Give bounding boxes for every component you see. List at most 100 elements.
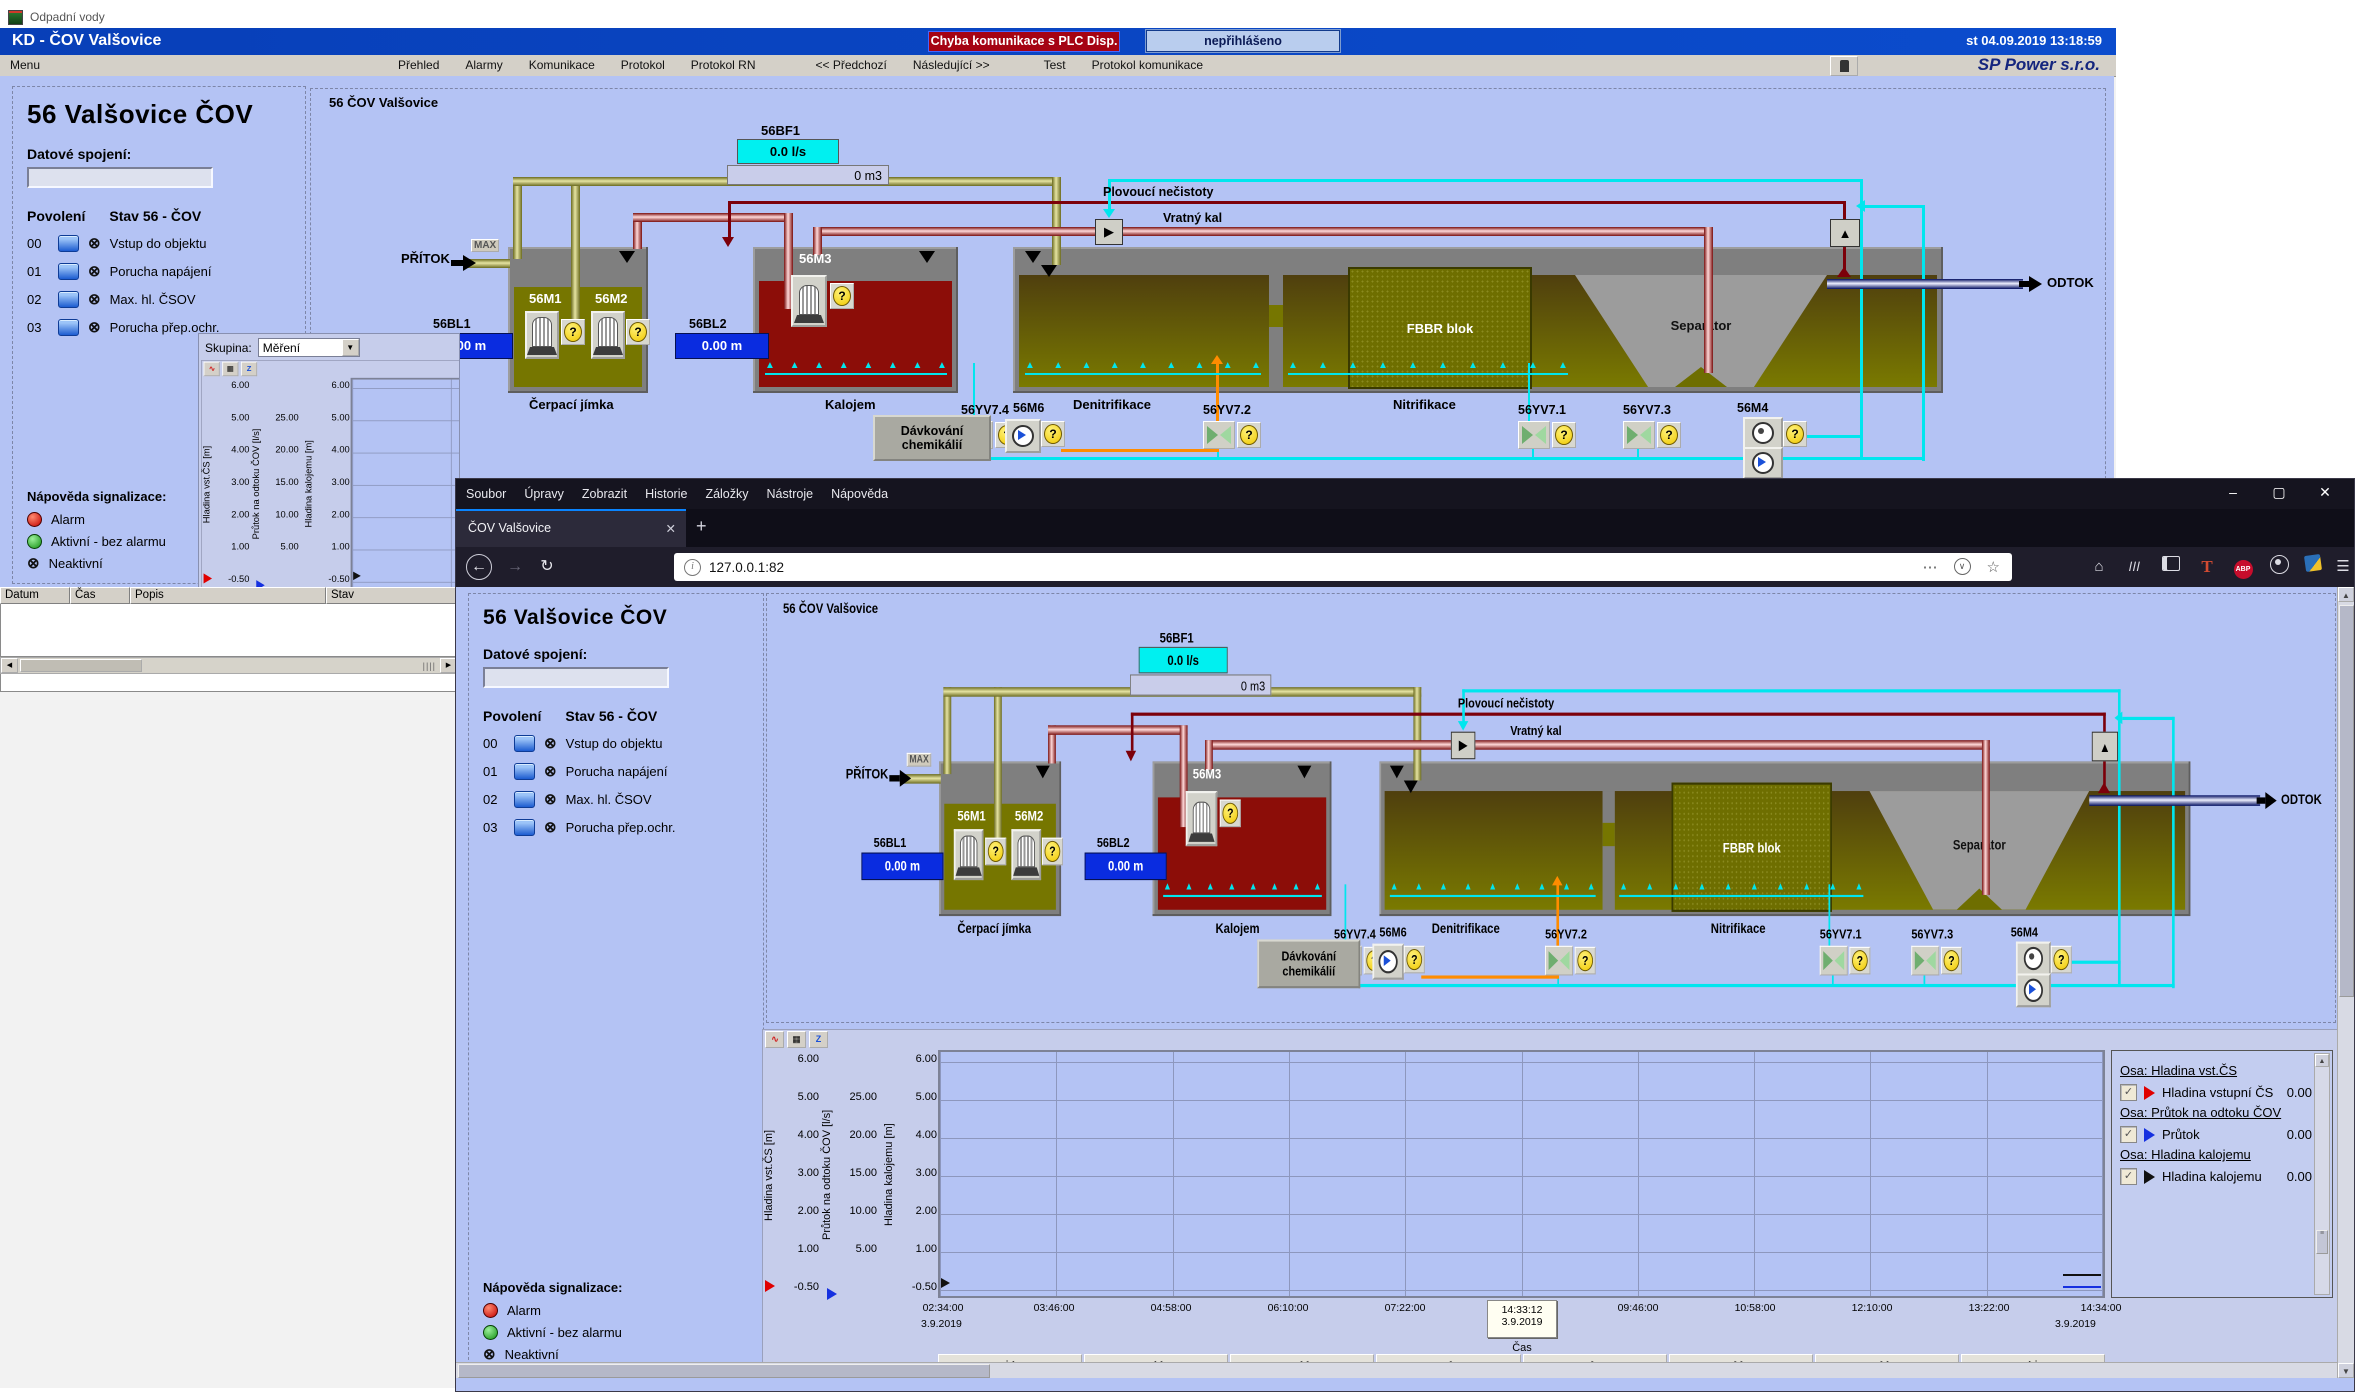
table-hscrollbar[interactable]: ◀ |||| ▶: [0, 657, 458, 674]
pump-56M4-top[interactable]: [1743, 417, 1783, 449]
tab-close-icon[interactable]: ✕: [666, 521, 676, 536]
menu-protokol-rn[interactable]: Protokol RN: [691, 58, 756, 72]
pump-56M4-bottom[interactable]: [2016, 973, 2051, 1007]
permission-button[interactable]: [58, 263, 79, 280]
close-button[interactable]: ✕: [2302, 479, 2348, 507]
question-badge[interactable]: ?: [1237, 422, 1261, 448]
menu-komunikace[interactable]: Komunikace: [529, 58, 595, 72]
dosing-box[interactable]: Dávkování chemikálií: [1257, 939, 1360, 988]
question-badge[interactable]: ?: [626, 319, 650, 345]
permission-button[interactable]: [58, 319, 79, 336]
scroll-left-icon[interactable]: ◀: [1, 658, 18, 673]
scroll-thumb[interactable]: [2339, 605, 2354, 997]
menu-nasledujici[interactable]: Následující >>: [913, 58, 990, 72]
app-titlebar[interactable]: Odpadní vody: [0, 6, 2116, 28]
question-badge[interactable]: ?: [985, 838, 1006, 866]
question-badge[interactable]: ?: [1404, 946, 1425, 974]
menu-prehled[interactable]: Přehled: [398, 58, 439, 72]
pump-56M4-top[interactable]: [2016, 942, 2051, 976]
reload-icon[interactable]: ↻: [534, 554, 560, 580]
question-badge[interactable]: ?: [1042, 838, 1063, 866]
question-badge[interactable]: ?: [1783, 421, 1807, 447]
pump-56M4-bottom[interactable]: [1743, 447, 1783, 479]
hamburger-menu-icon[interactable]: ☰: [2330, 555, 2355, 579]
question-badge[interactable]: ?: [830, 283, 854, 309]
adblock-icon[interactable]: ABP: [2230, 555, 2256, 579]
data-connection-field[interactable]: [483, 667, 669, 688]
pump-56M3[interactable]: [791, 275, 827, 327]
menu-tool-button[interactable]: [1830, 56, 1858, 76]
question-badge[interactable]: ?: [1941, 947, 1962, 975]
plc-error-badge[interactable]: Chyba komunikace s PLC Disp.: [928, 31, 1120, 52]
profile-icon[interactable]: [2266, 555, 2292, 579]
valve-56YV7.2[interactable]: [1203, 421, 1235, 449]
forward-icon[interactable]: →: [502, 554, 528, 580]
valve-56YV7.2[interactable]: [1545, 946, 1573, 976]
permission-button[interactable]: [58, 291, 79, 308]
pump-56M1[interactable]: [954, 829, 984, 880]
level-value[interactable]: 0.00 m: [675, 333, 769, 359]
table-icon[interactable]: ▦: [222, 362, 238, 376]
dosing-box[interactable]: Dávkování chemikálií: [873, 415, 991, 461]
question-badge[interactable]: ?: [1575, 947, 1596, 975]
menu-test[interactable]: Test: [1044, 58, 1066, 72]
question-badge[interactable]: ?: [1849, 947, 1870, 975]
sidebar-toggle-icon[interactable]: [2158, 555, 2184, 579]
plot-area[interactable]: [938, 1050, 2105, 1298]
ff-menu-zalozky[interactable]: Záložky: [705, 487, 748, 501]
back-icon[interactable]: ←: [466, 554, 492, 580]
valve-56YV7.3[interactable]: [1623, 421, 1655, 449]
url-text[interactable]: 127.0.0.1:82: [709, 560, 784, 575]
ff-menu-nastroje[interactable]: Nástroje: [767, 487, 814, 501]
table-body[interactable]: [0, 604, 458, 657]
axis1-cursor[interactable]: [765, 1280, 775, 1292]
axis1-cursor[interactable]: [204, 573, 213, 583]
level-value[interactable]: 0.00 m: [1085, 853, 1167, 881]
floating-pump-icon[interactable]: ▲: [1830, 219, 1860, 247]
login-status[interactable]: nepřihlášeno: [1146, 30, 1340, 52]
valve-56YV7.3[interactable]: [1911, 946, 1939, 976]
resize-grip[interactable]: ||||: [423, 661, 436, 671]
menu-button[interactable]: Menu: [10, 58, 40, 72]
home-icon[interactable]: ⌂: [2086, 555, 2112, 579]
scroll-up-icon[interactable]: ▲: [2338, 587, 2354, 602]
series-checkbox[interactable]: ✓: [2120, 1168, 2137, 1185]
url-bar[interactable]: i 127.0.0.1:82 ⋯ ∨ ☆: [674, 553, 2012, 581]
flow-total-value[interactable]: 0 m3: [727, 165, 889, 185]
browser-titlebar[interactable]: Soubor Úpravy Zobrazit Historie Záložky …: [456, 479, 2354, 509]
ff-menu-historie[interactable]: Historie: [645, 487, 687, 501]
series-checkbox[interactable]: ✓: [2120, 1084, 2137, 1101]
plot-area[interactable]: [351, 378, 460, 589]
col-popis[interactable]: Popis: [130, 587, 326, 604]
pump-56M6[interactable]: [1005, 419, 1041, 453]
ff-menu-upravy[interactable]: Úpravy: [524, 487, 564, 501]
pump-56M3[interactable]: [1186, 791, 1217, 846]
menu-predchozi[interactable]: << Předchozí: [815, 58, 886, 72]
new-tab-button[interactable]: +: [696, 516, 707, 537]
zoom-icon[interactable]: Z: [241, 362, 257, 376]
valve-56YV7.1[interactable]: [1518, 421, 1550, 449]
trend-icon[interactable]: ∿: [765, 1031, 784, 1048]
flow-meter-value[interactable]: 0.0 l/s: [737, 139, 839, 164]
pocket-icon[interactable]: ∨: [1954, 558, 1971, 575]
page-actions-icon[interactable]: ⋯: [1923, 558, 1938, 576]
return-pump-icon[interactable]: ▶: [1095, 219, 1123, 245]
return-pump-icon[interactable]: ▶: [1451, 732, 1475, 760]
pump-56M1[interactable]: [525, 311, 559, 359]
zoom-icon[interactable]: Z: [809, 1031, 828, 1048]
data-connection-field[interactable]: [27, 167, 213, 188]
permission-button[interactable]: [514, 791, 535, 808]
menu-protokol-komunikace[interactable]: Protokol komunikace: [1092, 58, 1203, 72]
question-badge[interactable]: ?: [1552, 422, 1576, 448]
site-info-icon[interactable]: i: [684, 559, 701, 576]
question-badge[interactable]: ?: [561, 319, 585, 345]
menu-alarmy[interactable]: Alarmy: [465, 58, 502, 72]
pump-56M6[interactable]: [1372, 944, 1403, 980]
trend-icon[interactable]: ∿: [204, 362, 220, 376]
col-datum[interactable]: Datum: [0, 587, 70, 604]
question-badge[interactable]: ?: [1657, 422, 1681, 448]
axis2-cursor[interactable]: [827, 1288, 837, 1300]
ff-menu-zobrazit[interactable]: Zobrazit: [582, 487, 627, 501]
flow-meter-value[interactable]: 0.0 l/s: [1139, 647, 1228, 674]
group-combo[interactable]: Měření▼: [258, 338, 360, 357]
